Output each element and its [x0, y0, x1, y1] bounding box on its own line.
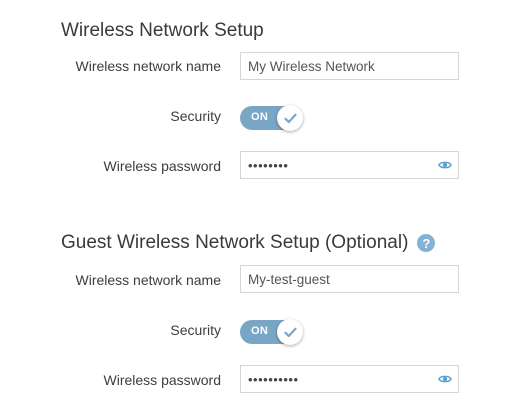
wireless-password-value[interactable]: ••••••••	[248, 158, 458, 173]
guest-name-input[interactable]	[248, 271, 428, 287]
guest-security-toggle[interactable]: ON	[240, 319, 303, 345]
guest-section-title-text: Guest Wireless Network Setup (Optional)	[61, 232, 409, 253]
wireless-section-title-text: Wireless Network Setup	[61, 20, 264, 41]
checkmark-icon	[283, 113, 297, 123]
wireless-security-toggle-knob	[277, 105, 303, 131]
guest-password-label: Wireless password	[103, 372, 221, 388]
wireless-name-input[interactable]	[248, 58, 428, 74]
wireless-security-label: Security	[170, 108, 221, 124]
guest-security-label: Security	[170, 322, 221, 338]
checkmark-icon	[283, 327, 297, 337]
guest-name-label: Wireless network name	[75, 272, 222, 288]
wireless-security-toggle[interactable]: ON	[240, 105, 303, 131]
wireless-password-field[interactable]: ••••••••	[240, 151, 459, 179]
wireless-section-title: Wireless Network Setup	[61, 20, 264, 42]
guest-name-field[interactable]	[240, 265, 459, 293]
wireless-name-field[interactable]	[240, 52, 459, 80]
guest-security-toggle-knob	[277, 319, 303, 345]
guest-password-field[interactable]: ••••••••••	[240, 365, 459, 393]
eye-icon[interactable]	[438, 373, 452, 385]
guest-security-toggle-label: ON	[251, 325, 269, 337]
guest-password-value[interactable]: ••••••••••	[248, 372, 458, 387]
wireless-security-toggle-label: ON	[251, 111, 269, 123]
guest-section-title: Guest Wireless Network Setup (Optional) …	[61, 232, 436, 254]
wireless-name-label: Wireless network name	[75, 58, 222, 74]
eye-icon[interactable]	[438, 159, 452, 171]
wireless-password-label: Wireless password	[103, 158, 221, 174]
help-icon[interactable]: ?	[417, 234, 436, 252]
